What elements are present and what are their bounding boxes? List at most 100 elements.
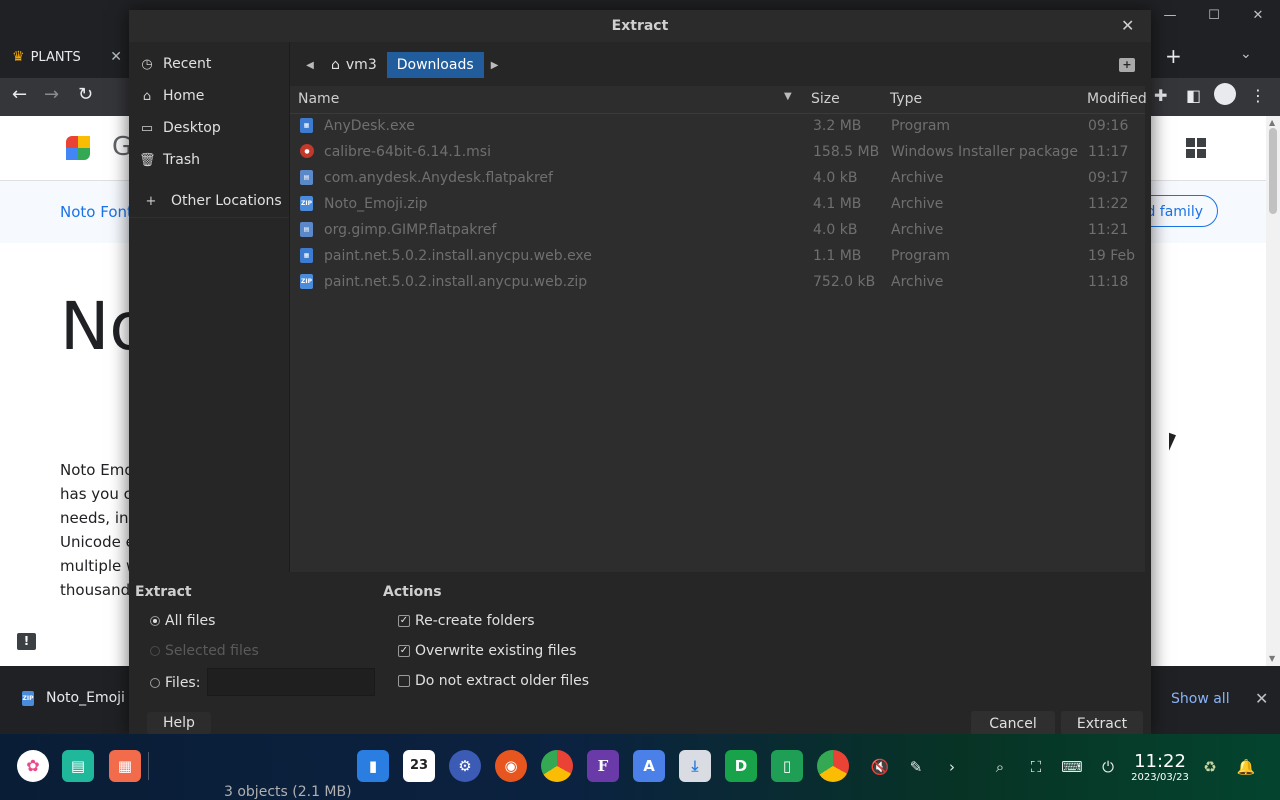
files-pattern-input[interactable] bbox=[207, 668, 375, 696]
radio-icon bbox=[150, 678, 160, 688]
dialog-close-icon[interactable]: ✕ bbox=[1121, 16, 1134, 35]
font-breadcrumb-link[interactable]: Noto Font bbox=[60, 203, 133, 221]
google-fonts-logo-icon[interactable] bbox=[66, 136, 96, 160]
file-row[interactable]: ZIP paint.net.5.0.2.install.anycpu.web.zi… bbox=[290, 270, 1145, 296]
d-app-icon[interactable]: D bbox=[725, 750, 757, 782]
scroll-down-icon[interactable]: ▼ bbox=[1269, 654, 1275, 663]
no-older-files-checkbox[interactable]: Do not extract older files bbox=[398, 673, 589, 689]
file-modified: 09:17 bbox=[1088, 170, 1129, 186]
actions-group-title: Actions bbox=[383, 584, 442, 600]
firefox-icon[interactable]: ◉ bbox=[495, 750, 527, 782]
avatar[interactable] bbox=[1214, 83, 1236, 105]
zip-app-icon[interactable]: ▯ bbox=[771, 750, 803, 782]
overwrite-files-checkbox[interactable]: ✓ Overwrite existing files bbox=[398, 643, 576, 659]
extensions-icon[interactable]: ✚ bbox=[1154, 86, 1167, 105]
font-manager-icon[interactable]: F bbox=[587, 750, 619, 782]
recycle-bin-icon[interactable]: ♻ bbox=[1199, 756, 1221, 778]
places-sidebar: ◷ Recent ⌂ Home ▭ Desktop 🗑 Trash + Othe… bbox=[129, 42, 290, 572]
place-recent[interactable]: ◷ Recent bbox=[139, 56, 211, 72]
pen-icon[interactable]: ✎ bbox=[905, 756, 927, 778]
taskbar-divider bbox=[148, 752, 149, 780]
settings-gear-icon[interactable]: ⚙ bbox=[449, 750, 481, 782]
column-modified[interactable]: Modified bbox=[1087, 91, 1147, 107]
dialog-titlebar: Extract ✕ bbox=[129, 10, 1151, 42]
place-other-locations[interactable]: + Other Locations bbox=[143, 193, 282, 209]
file-row[interactable]: ▦ AnyDesk.exe 3.2 MB Program 09:16 bbox=[290, 114, 1145, 140]
feedback-icon[interactable]: ! bbox=[17, 633, 36, 650]
file-modified: 11:21 bbox=[1088, 222, 1129, 238]
chrome-icon[interactable] bbox=[541, 750, 573, 782]
maximize-icon[interactable]: ☐ bbox=[1192, 8, 1236, 23]
forward-icon[interactable]: → bbox=[44, 84, 59, 105]
file-row[interactable]: ● calibre-64bit-6.14.1.msi 158.5 MB Windows… bbox=[290, 140, 1145, 166]
page-scrollbar[interactable]: ▲ ▼ bbox=[1266, 116, 1280, 666]
scrollbar-thumb[interactable] bbox=[1269, 128, 1277, 214]
files-radio[interactable]: Files: bbox=[150, 675, 200, 691]
file-name: Noto_Emoji.zip bbox=[324, 196, 428, 212]
calendar-icon[interactable]: 23 bbox=[403, 750, 435, 782]
file-row[interactable]: ▤ org.gimp.GIMP.flatpakref 4.0 kB Archive 11… bbox=[290, 218, 1145, 244]
scroll-up-icon[interactable]: ▲ bbox=[1269, 118, 1275, 127]
checkbox-icon bbox=[398, 675, 410, 687]
file-row[interactable]: ZIP Noto_Emoji.zip 4.1 MB Archive 11:22 bbox=[290, 192, 1145, 218]
path-button-vm3[interactable]: ⌂ vm3 bbox=[321, 52, 387, 78]
file-name: org.gimp.GIMP.flatpakref bbox=[324, 222, 497, 238]
show-all-link[interactable]: Show all bbox=[1171, 691, 1230, 707]
back-icon[interactable]: ← bbox=[12, 84, 27, 105]
place-desktop[interactable]: ▭ Desktop bbox=[139, 120, 221, 136]
home-icon: ⌂ bbox=[331, 57, 340, 73]
app-grid-icon[interactable]: ▦ bbox=[109, 750, 141, 782]
translate-icon[interactable]: A bbox=[633, 750, 665, 782]
reload-icon[interactable]: ↻ bbox=[78, 84, 93, 105]
path-left-arrow-icon[interactable]: ◀ bbox=[299, 60, 321, 71]
file-size: 3.2 MB bbox=[813, 118, 862, 134]
chevron-down-icon[interactable]: ⌄ bbox=[1240, 46, 1252, 62]
archive-manager-icon[interactable]: ⤓ bbox=[679, 750, 711, 782]
clock-time: 11:22 bbox=[1134, 751, 1186, 772]
file-size: 1.1 MB bbox=[813, 248, 862, 264]
help-button[interactable]: Help bbox=[147, 712, 211, 734]
column-size[interactable]: Size bbox=[811, 91, 840, 107]
volume-muted-icon[interactable]: 🔇 bbox=[869, 756, 891, 778]
side-panel-icon[interactable]: ◧ bbox=[1186, 86, 1201, 105]
launcher-icon[interactable]: ✿ bbox=[17, 750, 49, 782]
radio-checked-icon bbox=[150, 616, 160, 626]
clock-icon: ◷ bbox=[141, 56, 153, 72]
chevron-right-icon[interactable]: › bbox=[941, 756, 963, 778]
search-icon[interactable]: ⌕ bbox=[989, 756, 1011, 778]
clock[interactable]: 11:22 2023/03/23 bbox=[1130, 752, 1190, 784]
zip-file-icon: ZIP bbox=[300, 196, 313, 211]
path-right-arrow-icon[interactable]: ▶ bbox=[484, 60, 506, 71]
keyboard-icon[interactable]: ⌨ bbox=[1061, 756, 1083, 778]
column-name[interactable]: Name bbox=[298, 91, 339, 107]
download-item[interactable]: ZIP Noto_Emoji bbox=[22, 690, 125, 706]
new-tab-icon[interactable]: + bbox=[1165, 44, 1182, 68]
apps-grid-icon[interactable] bbox=[1186, 138, 1206, 158]
file-name: paint.net.5.0.2.install.anycpu.web.zip bbox=[324, 274, 588, 290]
window-close-icon[interactable]: ✕ bbox=[1236, 8, 1280, 23]
new-folder-icon[interactable]: + bbox=[1119, 58, 1135, 72]
column-type[interactable]: Type bbox=[890, 91, 922, 107]
place-home[interactable]: ⌂ Home bbox=[139, 88, 204, 104]
place-trash[interactable]: 🗑 Trash bbox=[139, 152, 200, 168]
chrome-active-icon[interactable] bbox=[817, 750, 849, 782]
notification-bell-icon[interactable]: 🔔 bbox=[1235, 756, 1257, 778]
file-row[interactable]: ▤ com.anydesk.Anydesk.flatpakref 4.0 kB Arc… bbox=[290, 166, 1145, 192]
screenshot-icon[interactable]: ⛶ bbox=[1025, 756, 1047, 778]
download-item-label: Noto_Emoji bbox=[46, 690, 125, 706]
power-icon[interactable]: ⏻ bbox=[1097, 756, 1119, 778]
all-files-radio[interactable]: All files bbox=[150, 613, 215, 629]
recreate-folders-checkbox[interactable]: ✓ Re-create folders bbox=[398, 613, 535, 629]
tab-close-icon[interactable]: ✕ bbox=[110, 49, 122, 65]
path-button-downloads[interactable]: Downloads bbox=[386, 52, 484, 78]
minimize-icon[interactable]: — bbox=[1148, 8, 1192, 23]
menu-icon[interactable]: ⋮ bbox=[1250, 86, 1266, 105]
selected-files-radio[interactable]: Selected files bbox=[150, 643, 259, 659]
file-size: 158.5 MB bbox=[813, 144, 880, 160]
file-size: 4.0 kB bbox=[813, 170, 858, 186]
downloads-close-icon[interactable]: ✕ bbox=[1255, 689, 1268, 708]
file-row[interactable]: ▦ paint.net.5.0.2.install.anycpu.web.exe 1… bbox=[290, 244, 1145, 270]
browser-tab[interactable]: ♛ PLANTS ✕ bbox=[12, 42, 122, 72]
file-manager-icon[interactable]: ▮ bbox=[357, 750, 389, 782]
files-app-icon[interactable]: ▤ bbox=[62, 750, 94, 782]
